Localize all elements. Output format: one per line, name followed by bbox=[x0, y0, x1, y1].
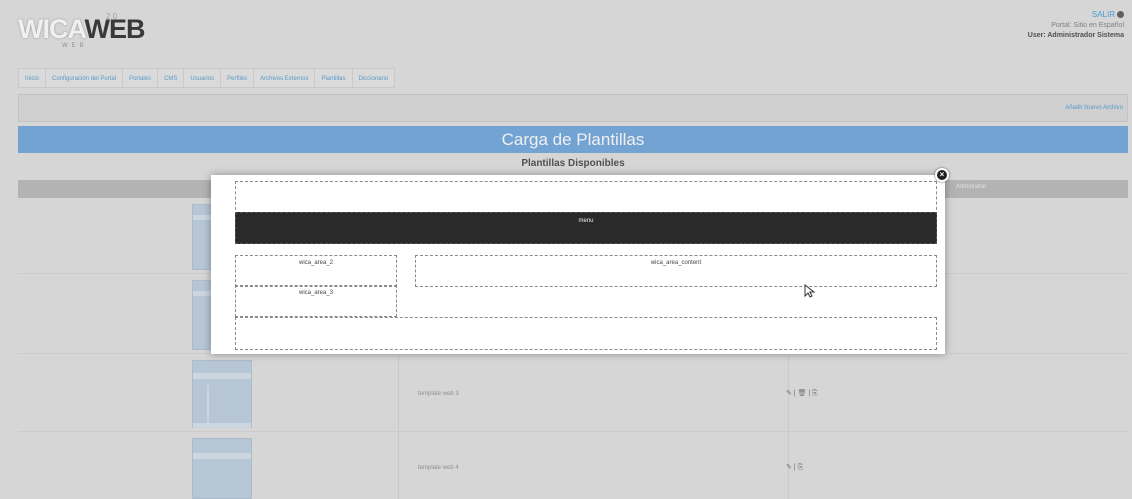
mouse-cursor-icon bbox=[804, 284, 816, 298]
area-3-label: wica_area_3 bbox=[298, 290, 334, 296]
close-icon[interactable]: × bbox=[935, 168, 949, 182]
area-footer bbox=[235, 317, 937, 350]
template-preview-modal: menu wica_area_2 wica_area_3 wica_area_c… bbox=[211, 175, 945, 354]
area-content-label: wica_area_content bbox=[650, 260, 702, 266]
area-wica-3: wica_area_3 bbox=[235, 285, 397, 317]
area-menu: menu bbox=[235, 212, 937, 244]
area-header bbox=[235, 181, 937, 215]
area-2-label: wica_area_2 bbox=[298, 260, 334, 266]
area-wica-2: wica_area_2 bbox=[235, 255, 397, 287]
area-wica-content: wica_area_content bbox=[415, 255, 937, 287]
menu-label: menu bbox=[578, 218, 594, 224]
